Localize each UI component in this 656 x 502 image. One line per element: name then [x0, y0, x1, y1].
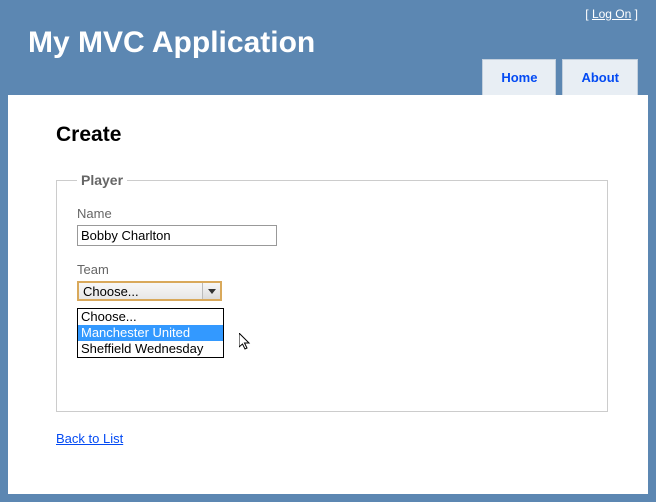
back-to-list-link[interactable]: Back to List [56, 431, 123, 446]
chevron-down-icon [202, 283, 220, 299]
logon-bracket-close: ] [631, 7, 638, 21]
nav-bar: Home About [482, 59, 638, 95]
logon-bracket-open: [ [585, 7, 592, 21]
team-option-2[interactable]: Sheffield Wednesday [78, 341, 223, 357]
team-option-0[interactable]: Choose... [78, 309, 223, 325]
team-select[interactable]: Choose... [77, 281, 222, 301]
team-dropdown[interactable]: Choose... Manchester United Sheffield We… [77, 308, 224, 358]
nav-about[interactable]: About [562, 59, 638, 95]
app-title: My MVC Application [28, 26, 315, 60]
logon-link[interactable]: Log On [592, 7, 631, 21]
team-option-1[interactable]: Manchester United [78, 325, 223, 341]
page-heading: Create [56, 123, 608, 147]
name-label: Name [77, 206, 587, 221]
mouse-cursor-icon [239, 333, 253, 356]
team-label: Team [77, 262, 587, 277]
logon-bar: [ Log On ] [585, 7, 638, 21]
team-selected-value: Choose... [83, 284, 139, 299]
player-fieldset: Player Name Team Choose... Choose... Man… [56, 172, 608, 412]
main-content: Create Player Name Team Choose... Choose… [8, 95, 648, 494]
name-input[interactable] [77, 225, 277, 246]
fieldset-legend: Player [77, 172, 127, 188]
nav-home[interactable]: Home [482, 59, 556, 95]
